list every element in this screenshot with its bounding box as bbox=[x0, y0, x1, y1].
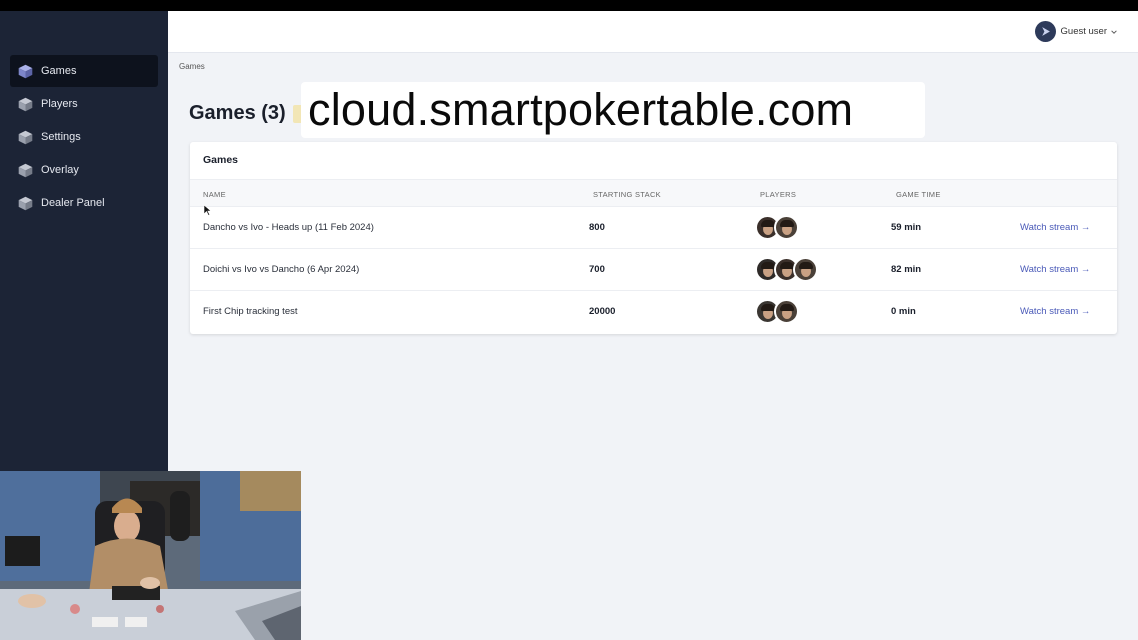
sidebar-item-label: Games bbox=[41, 65, 77, 77]
watch-stream-link[interactable]: Watch stream → bbox=[1020, 222, 1090, 233]
column-header-name: NAME bbox=[203, 190, 226, 199]
cube-icon bbox=[18, 97, 33, 111]
watch-stream-link[interactable]: Watch stream → bbox=[1020, 264, 1090, 275]
starting-stack: 800 bbox=[589, 222, 605, 233]
card-title: Games bbox=[203, 154, 239, 166]
sidebar-item-players[interactable]: Players bbox=[10, 88, 158, 120]
game-name: Doichi vs Ivo vs Dancho (6 Apr 2024) bbox=[203, 264, 360, 275]
sidebar-item-label: Players bbox=[41, 98, 78, 110]
user-avatar bbox=[1034, 21, 1056, 42]
sidebar-item-overlay[interactable]: Overlay bbox=[10, 154, 158, 186]
sidebar-item-games[interactable]: Games bbox=[10, 55, 158, 87]
chevron-down-icon bbox=[1111, 29, 1117, 34]
player-avatar bbox=[793, 257, 818, 282]
webcam-scene bbox=[0, 471, 301, 640]
player-avatars bbox=[755, 257, 818, 282]
starting-stack: 20000 bbox=[589, 306, 616, 317]
breadcrumb[interactable]: Games bbox=[179, 62, 205, 71]
play-logo-icon bbox=[1041, 27, 1050, 36]
player-avatar bbox=[774, 299, 799, 324]
player-avatars bbox=[755, 215, 799, 240]
game-name: Dancho vs Ivo - Heads up (11 Feb 2024) bbox=[203, 222, 374, 233]
webcam-video-overlay bbox=[0, 471, 301, 640]
sidebar-nav: Games Players Settings Overlay Dealer Pa… bbox=[10, 55, 158, 220]
sidebar-item-dealer-panel[interactable]: Dealer Panel bbox=[10, 187, 158, 219]
column-header-game-time: GAME TIME bbox=[896, 190, 941, 199]
sidebar-item-label: Overlay bbox=[41, 164, 79, 176]
game-time: 59 min bbox=[891, 222, 922, 233]
sidebar-item-label: Settings bbox=[41, 131, 81, 143]
table-row[interactable]: Doichi vs Ivo vs Dancho (6 Apr 2024) 700… bbox=[190, 249, 1117, 291]
cube-icon bbox=[18, 130, 33, 144]
top-header: Guest user bbox=[168, 11, 1138, 53]
cube-icon bbox=[18, 163, 33, 177]
column-header-starting-stack: STARTING STACK bbox=[593, 190, 661, 199]
cube-icon bbox=[18, 196, 33, 210]
page-title: Games (3) bbox=[189, 102, 286, 124]
game-time: 82 min bbox=[891, 264, 922, 275]
user-name: Guest user bbox=[1060, 26, 1107, 37]
starting-stack: 700 bbox=[589, 264, 605, 275]
games-card: Games NAME STARTING STACK PLAYERS GAME T… bbox=[190, 142, 1117, 334]
sidebar-item-label: Dealer Panel bbox=[41, 197, 105, 209]
top-black-bar bbox=[0, 0, 1138, 11]
cube-icon bbox=[18, 64, 33, 78]
table-row[interactable]: Dancho vs Ivo - Heads up (11 Feb 2024) 8… bbox=[190, 207, 1117, 249]
player-avatars bbox=[755, 299, 799, 324]
game-time: 0 min bbox=[891, 306, 916, 317]
table-header: NAME STARTING STACK PLAYERS GAME TIME bbox=[190, 179, 1117, 207]
sidebar-item-settings[interactable]: Settings bbox=[10, 121, 158, 153]
watch-stream-link[interactable]: Watch stream → bbox=[1020, 306, 1090, 317]
mouse-cursor-icon bbox=[204, 205, 212, 216]
user-menu[interactable]: Guest user bbox=[1034, 21, 1118, 42]
column-header-players: PLAYERS bbox=[760, 190, 797, 199]
url-overlay-caption: cloud.smartpokertable.com bbox=[301, 82, 925, 138]
table-row[interactable]: First Chip tracking test 20000 0 min Wat… bbox=[190, 291, 1117, 333]
player-avatar bbox=[774, 215, 799, 240]
game-name: First Chip tracking test bbox=[203, 306, 298, 317]
